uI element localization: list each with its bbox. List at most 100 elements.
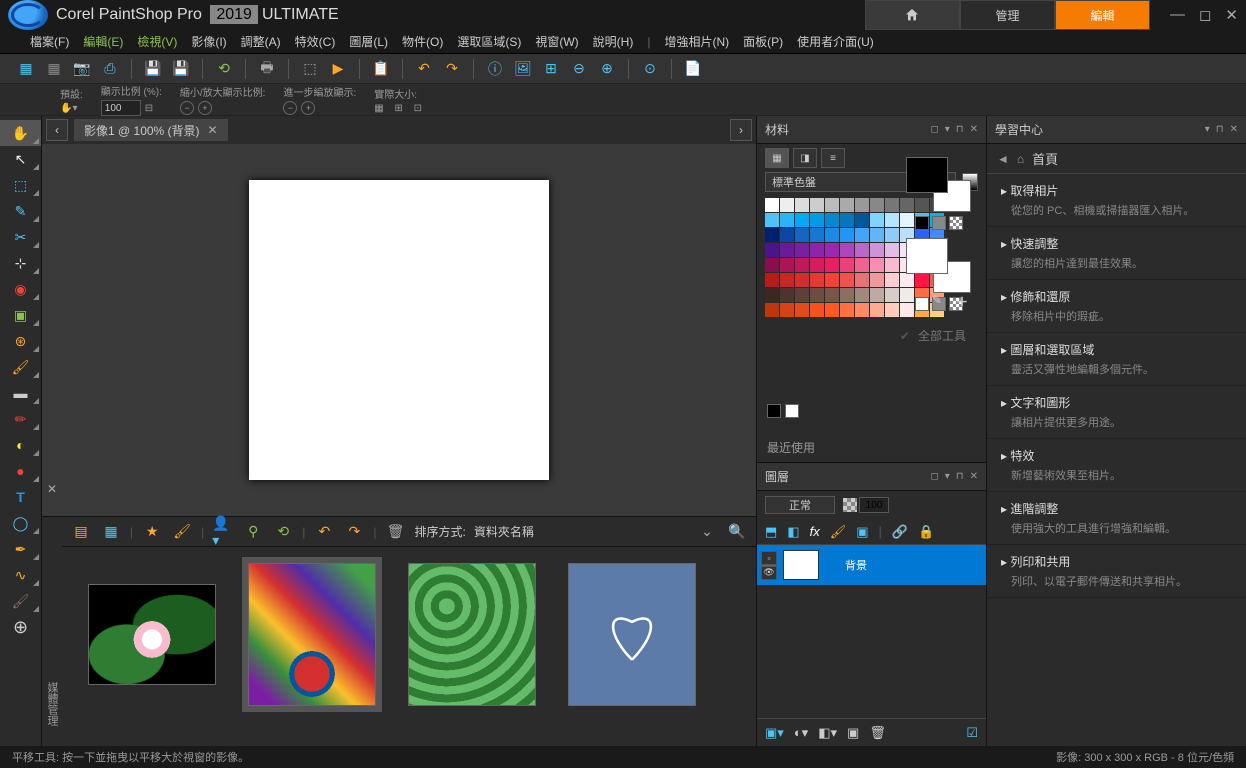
fit-button[interactable]: ⊙: [639, 58, 661, 80]
color-swatch[interactable]: [885, 288, 899, 302]
color-swatch[interactable]: [795, 258, 809, 272]
color-swatch[interactable]: [855, 273, 869, 287]
menu-selection[interactable]: 選取區域(S): [457, 33, 521, 50]
undo-button[interactable]: ↶: [413, 58, 435, 80]
warp-tool[interactable]: ∿: [0, 562, 41, 588]
layer-name-label[interactable]: 背景: [845, 557, 867, 573]
lay-close-icon[interactable]: ✕: [970, 471, 978, 482]
layer-visibility-icon[interactable]: 👁: [761, 566, 777, 580]
color-swatch[interactable]: [870, 303, 884, 317]
layer-fx-icon[interactable]: fx: [810, 524, 820, 539]
tab-prev-button[interactable]: ‹: [46, 119, 68, 141]
learn-item[interactable]: ▸ 取得相片從您的 PC、相機或掃描器匯入相片。: [987, 174, 1246, 227]
share-button[interactable]: ⟲: [213, 58, 235, 80]
learn-item[interactable]: ▸ 圖層和選取區域靈活又彈性地編輯多個元件。: [987, 333, 1246, 386]
layer-adjust-button[interactable]: ◐▾: [794, 725, 808, 741]
maximize-icon[interactable]: ◻: [1199, 6, 1211, 24]
org-delete-button[interactable]: 🗑: [385, 521, 407, 543]
lay-menu-icon[interactable]: ▾: [945, 471, 950, 482]
org-rotleft-button[interactable]: ↶: [313, 521, 335, 543]
color-swatch[interactable]: [855, 243, 869, 257]
learn-home-icon[interactable]: ⌂: [1017, 152, 1024, 166]
color-swatch[interactable]: [855, 303, 869, 317]
org-find-button[interactable]: 🔍: [726, 521, 748, 543]
color-swatch[interactable]: [765, 243, 779, 257]
mat-pin-icon[interactable]: ⊓: [956, 124, 964, 135]
layer-opts-button[interactable]: ☑: [966, 725, 978, 741]
add-tool[interactable]: ⊕: [0, 614, 41, 640]
mat-close-icon[interactable]: ✕: [970, 124, 978, 135]
actual1-button[interactable]: ▦: [374, 103, 383, 114]
color-swatch[interactable]: [885, 303, 899, 317]
color-swatch[interactable]: [885, 243, 899, 257]
fit-in-button[interactable]: +: [198, 101, 212, 115]
layer-del-button[interactable]: 🗑: [869, 725, 886, 741]
airbrush-tool[interactable]: ◐: [0, 432, 41, 458]
fit-out-button[interactable]: −: [180, 101, 194, 115]
minimize-icon[interactable]: —: [1170, 6, 1185, 24]
learn-close-icon[interactable]: ✕: [1230, 124, 1238, 135]
thumb-1[interactable]: [82, 557, 222, 712]
alltools-check[interactable]: ✔: [900, 329, 910, 343]
color-swatch[interactable]: [780, 303, 794, 317]
color-swatch[interactable]: [885, 198, 899, 212]
thumb-2[interactable]: [242, 557, 382, 712]
color-swatch[interactable]: [780, 258, 794, 272]
org-map-button[interactable]: ⚲: [242, 521, 264, 543]
org-view2-button[interactable]: ▦: [100, 521, 122, 543]
lay-float-icon[interactable]: ◻: [930, 471, 938, 482]
clipboard-button[interactable]: 📋: [370, 58, 392, 80]
zoomin-button[interactable]: ⊕: [596, 58, 618, 80]
color-swatch[interactable]: [795, 243, 809, 257]
color-swatch[interactable]: [795, 288, 809, 302]
color-swatch[interactable]: [870, 213, 884, 227]
org-share-button[interactable]: ⟲: [272, 521, 294, 543]
tab-next-button[interactable]: ›: [730, 119, 752, 141]
actual2-button[interactable]: ⊞: [394, 103, 402, 114]
materials-panel-header[interactable]: 材料 ◻▾⊓✕: [757, 116, 986, 144]
wand-icon[interactable]: ✎: [932, 293, 942, 310]
learn-pin-icon[interactable]: ⊓: [1216, 124, 1224, 135]
color-swatch[interactable]: [810, 213, 824, 227]
layer-new-icon[interactable]: ⬒: [765, 524, 777, 540]
color-swatch[interactable]: [870, 198, 884, 212]
color-swatch[interactable]: [810, 258, 824, 272]
saveas-button[interactable]: 💾: [170, 58, 192, 80]
color-swatch[interactable]: [765, 273, 779, 287]
color-swatch[interactable]: [840, 303, 854, 317]
color-swatch[interactable]: [780, 273, 794, 287]
fg-color-swatch[interactable]: [906, 157, 948, 193]
color-swatch[interactable]: [855, 198, 869, 212]
color-swatch[interactable]: [885, 228, 899, 242]
paint-tool[interactable]: 🖌: [0, 354, 41, 380]
color-swatch[interactable]: [870, 273, 884, 287]
learn-item[interactable]: ▸ 快速調整讓您的相片達到最佳效果。: [987, 227, 1246, 280]
color-swatch[interactable]: [885, 273, 899, 287]
color-swatch[interactable]: [810, 288, 824, 302]
mat-tab-sliders[interactable]: ≡: [821, 148, 845, 168]
mat-tab-hsl[interactable]: ◨: [793, 148, 817, 168]
color-swatch[interactable]: [825, 228, 839, 242]
sort-value[interactable]: 資料夾名稱: [474, 523, 534, 540]
dropper-tool[interactable]: ✎: [0, 198, 41, 224]
org-brush-button[interactable]: 🖌: [171, 521, 193, 543]
tab-manage[interactable]: 管理: [960, 0, 1055, 30]
layer-brush-icon[interactable]: 🖌: [830, 524, 847, 540]
actual3-button[interactable]: ⊡: [414, 103, 422, 114]
color-swatch[interactable]: [870, 228, 884, 242]
blend-mode-select[interactable]: 正常: [765, 496, 835, 514]
color-swatch[interactable]: [810, 198, 824, 212]
launch-button[interactable]: ▶: [327, 58, 349, 80]
tab-home[interactable]: [865, 0, 960, 30]
color-swatch[interactable]: [780, 213, 794, 227]
color-swatch[interactable]: [795, 228, 809, 242]
menu-window[interactable]: 視窗(W): [535, 33, 578, 50]
layer-lock-icon[interactable]: 🔒: [918, 524, 934, 540]
mat-menu-icon[interactable]: ▾: [945, 124, 950, 135]
edit-out-button[interactable]: −: [283, 101, 297, 115]
learn-item[interactable]: ▸ 文字和圖形讓相片提供更多用途。: [987, 386, 1246, 439]
straighten-tool[interactable]: ⊹: [0, 250, 41, 276]
learn-item[interactable]: ▸ 進階調整使用強大的工具進行增強和編輯。: [987, 492, 1246, 545]
text-tool[interactable]: T: [0, 484, 41, 510]
tab-edit[interactable]: 編輯: [1055, 0, 1150, 30]
